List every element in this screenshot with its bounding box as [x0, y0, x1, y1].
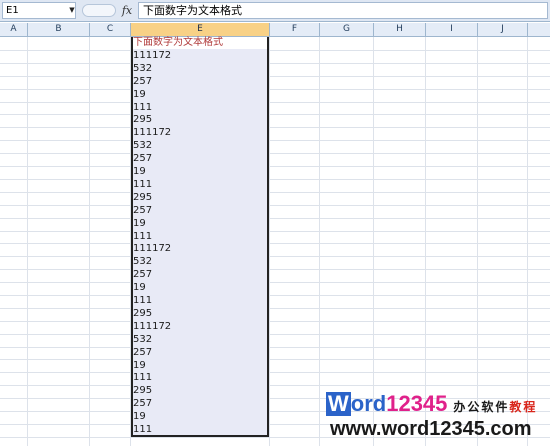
table-cell[interactable]: 257	[133, 269, 267, 281]
grid-row-line	[0, 231, 550, 232]
table-cell[interactable]: 295	[133, 192, 267, 204]
watermark-url: www.word12345.com	[330, 418, 532, 440]
table-cell[interactable]: 19	[133, 218, 267, 230]
column-header-h[interactable]: H	[374, 23, 426, 37]
grid-row-line	[0, 76, 550, 77]
column-header-a[interactable]: A	[0, 23, 28, 37]
table-cell[interactable]: 111	[133, 295, 267, 307]
grid-row-line	[0, 114, 550, 115]
grid-row-line	[0, 218, 550, 219]
table-cell[interactable]: 295	[133, 308, 267, 320]
grid-row-line	[0, 372, 550, 373]
grid-row-line	[0, 321, 550, 322]
chevron-down-icon[interactable]: ▼	[67, 2, 77, 19]
watermark-tagline-b: 教程	[509, 400, 538, 414]
table-cell[interactable]: 532	[133, 63, 267, 75]
table-cell[interactable]: 257	[133, 398, 267, 410]
cell-e1[interactable]: 下面数字为文本格式	[133, 37, 267, 49]
formula-input[interactable]: 下面数字为文本格式	[138, 2, 548, 19]
table-cell[interactable]: 19	[133, 89, 267, 101]
watermark-tagline: 办公软件教程	[453, 400, 537, 414]
table-cell[interactable]: 257	[133, 205, 267, 217]
function-icon[interactable]: fx	[119, 3, 135, 19]
grid-row-line	[0, 385, 550, 386]
grid-row-line	[0, 102, 550, 103]
table-cell[interactable]: 532	[133, 140, 267, 152]
grid-row-line	[0, 166, 550, 167]
grid-row-line	[0, 256, 550, 257]
table-cell[interactable]: 295	[133, 114, 267, 126]
table-cell[interactable]: 19	[133, 360, 267, 372]
table-cell[interactable]: 257	[133, 347, 267, 359]
watermark-w: W	[326, 391, 351, 416]
column-header-i[interactable]: I	[426, 23, 478, 37]
watermark-logo: Word12345 办公软件教程	[326, 392, 537, 416]
watermark-ord: ord	[350, 391, 387, 416]
grid-row-line	[0, 205, 550, 206]
table-cell[interactable]: 111	[133, 424, 267, 436]
grid-row-line	[0, 243, 550, 244]
grid-row-line	[0, 347, 550, 348]
table-cell[interactable]: 111172	[133, 243, 267, 255]
grid-row-line	[0, 179, 550, 180]
table-cell[interactable]: 111172	[133, 127, 267, 139]
formula-bar: E1 ▼ fx 下面数字为文本格式	[0, 0, 550, 22]
grid-row-line	[0, 140, 550, 141]
table-cell[interactable]: 19	[133, 166, 267, 178]
grid-row-line	[0, 153, 550, 154]
table-cell[interactable]: 111	[133, 102, 267, 114]
table-cell[interactable]: 111172	[133, 50, 267, 62]
grid-row-line	[0, 127, 550, 128]
grid-row-line	[0, 282, 550, 283]
table-cell[interactable]: 111172	[133, 321, 267, 333]
table-cell[interactable]: 257	[133, 76, 267, 88]
column-header-j[interactable]: J	[478, 23, 528, 37]
grid-row-line	[0, 334, 550, 335]
column-e-cells: 下面数字为文本格式 111172 532 257 19 111 295 111172 532 25…	[133, 37, 267, 437]
name-box[interactable]: E1	[2, 2, 76, 19]
column-header-c[interactable]: C	[90, 23, 131, 37]
grid-row-line	[0, 269, 550, 270]
table-cell[interactable]: 19	[133, 282, 267, 294]
column-header-f[interactable]: F	[270, 23, 320, 37]
table-cell[interactable]: 111	[133, 179, 267, 191]
watermark-tagline-a: 办公软件	[453, 400, 510, 414]
formula-bar-grip[interactable]	[82, 4, 116, 17]
grid-row-line	[0, 192, 550, 193]
table-cell[interactable]: 257	[133, 153, 267, 165]
table-cell[interactable]: 532	[133, 256, 267, 268]
table-cell[interactable]: 19	[133, 411, 267, 423]
grid-row-line	[0, 359, 550, 360]
column-header-k[interactable]	[528, 23, 550, 37]
table-cell[interactable]: 295	[133, 385, 267, 397]
grid-row-line	[0, 89, 550, 90]
watermark-digits: 12345	[386, 391, 448, 416]
column-header-g[interactable]: G	[320, 23, 374, 37]
grid-row-line	[0, 308, 550, 309]
column-header-e[interactable]: E	[131, 23, 270, 37]
table-cell[interactable]: 111	[133, 372, 267, 384]
grid-row-line	[0, 50, 550, 51]
table-cell[interactable]: 532	[133, 334, 267, 346]
column-header-b[interactable]: B	[28, 23, 90, 37]
grid-row-line	[0, 63, 550, 64]
table-cell[interactable]: 111	[133, 231, 267, 243]
grid-row-line	[0, 295, 550, 296]
